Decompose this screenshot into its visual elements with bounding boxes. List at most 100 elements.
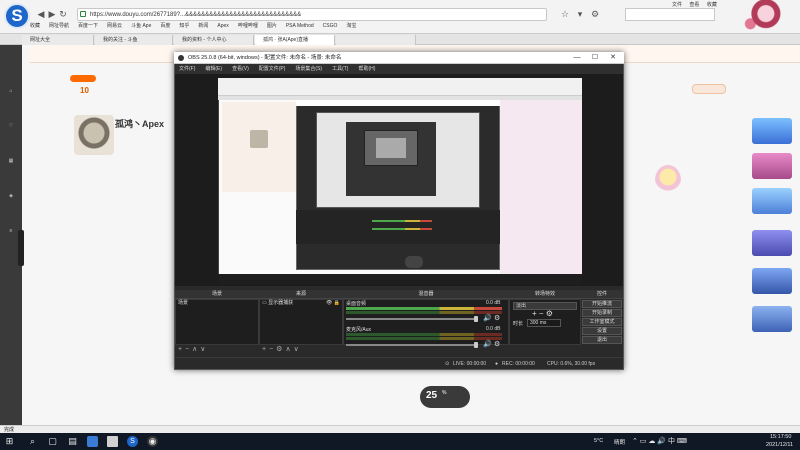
duration-input[interactable]: 300 ms [527,319,561,327]
tray-icons[interactable]: ⌃ ▭ ☁ 🔊 中 ⌨ [632,436,687,446]
menu-view[interactable]: 查看 [689,2,699,8]
obs-menu-item[interactable]: 查看(V) [232,66,249,72]
speed-widget[interactable]: 25 % [420,386,470,408]
start-recording-button[interactable]: 开始录制 [582,309,622,317]
bookmark-item[interactable]: PSA Method [286,23,314,29]
rec-time: REC: 00:00:00 [502,361,535,367]
ad-banner-4[interactable] [752,230,792,256]
sidebar-follow-icon[interactable]: ♡ [3,115,19,131]
tab-5[interactable] [336,35,416,45]
bookmark-item[interactable]: 新闻 [198,23,208,29]
bookmark-item[interactable]: 百度一下 [78,23,98,29]
speaker-icon[interactable]: 🔊 [483,315,492,322]
sidebar-home-icon[interactable]: ⌂ [3,80,19,96]
forward-icon[interactable]: ▶ [47,9,57,19]
mixer-mic-slider[interactable] [346,344,478,346]
lock-icon [80,11,86,17]
minimize-button[interactable]: — [570,53,584,63]
mixer-gear-icon[interactable]: ⚙ [494,315,501,322]
visibility-lock-icons[interactable]: 👁 🔒 [326,300,342,307]
sidebar-more-icon[interactable]: ≡ [3,220,19,236]
clock-date[interactable]: 2021/12/11 [766,442,793,448]
bookmark-item[interactable]: Apex [217,23,228,29]
settings-button[interactable]: 设置 [582,327,622,335]
close-button[interactable]: ✕ [606,53,620,63]
tab-1[interactable]: 网址大全 [22,35,94,45]
mixer-mic-meter [346,333,502,336]
maximize-button[interactable]: ☐ [588,53,602,63]
studio-mode-button[interactable]: 工作室模式 [582,318,622,326]
gear-icon[interactable]: ⚙ [590,9,600,19]
ad-banner-1[interactable] [752,118,792,144]
announcement-text [627,190,750,305]
tab-2[interactable]: 我的关注 - 斗鱼 [95,35,173,45]
back-icon[interactable]: ◀ [36,9,46,19]
scenes-toolbar[interactable]: +−∧∨ [175,345,259,355]
bookmark-item[interactable]: 知乎 [179,23,189,29]
mixer-mic-knob[interactable] [474,342,478,348]
menu-favorites[interactable]: 收藏 [707,2,717,8]
tab-3[interactable]: 我的资料 - 个人中心 [174,35,254,45]
obs-menu-item[interactable]: 工具(T) [332,66,348,72]
file-explorer-icon[interactable]: ▤ [67,436,78,447]
mic-gear-icon[interactable]: ⚙ [494,341,501,348]
start-icon[interactable]: ⊞ [4,436,15,447]
bookmark-item[interactable]: 百度 [160,23,170,29]
bookmark-item[interactable]: 斗鱼 Ape [131,23,151,29]
obs-menu-item[interactable]: 场景集合(S) [295,66,322,72]
profile-avatar-icon[interactable] [738,0,800,34]
browser-logo-icon[interactable]: S [4,3,30,29]
dropdown-icon[interactable]: ▾ [575,9,585,19]
mixer-desktop-meter [346,307,502,310]
mixer-desktop-knob[interactable] [474,316,478,322]
obs-menu-item[interactable]: 编辑(E) [205,66,222,72]
obs-menu-item[interactable]: 文件(F) [179,66,195,72]
sources-list[interactable]: ▭ 显示器捕获 👁 🔒 [259,299,343,345]
ad-banner-3[interactable] [752,188,792,214]
clock-time[interactable]: 15:17:50 [770,434,791,440]
bookmark-item[interactable]: CSGO [323,23,338,29]
exit-button[interactable]: 退出 [582,336,622,344]
mixer-mic-meter-2 [346,337,502,340]
mixer-desktop-db: 0.0 dB [486,300,501,306]
bookmark-item[interactable]: 哔哩哔哩 [238,23,258,29]
browser-taskbar-icon[interactable]: S [127,436,138,447]
ad-banner-6[interactable] [752,306,792,332]
right-tag-button[interactable] [692,84,726,94]
search-input[interactable] [625,8,715,21]
taskbar-search-icon[interactable]: ⌕ [27,436,38,447]
transition-add-remove[interactable]: + − ⚙ [532,309,553,318]
mixer-desktop-slider[interactable] [346,318,478,320]
nested-avatar [250,130,268,148]
task-view-icon[interactable]: ▢ [47,436,58,447]
sidebar-category-icon[interactable]: ▦ [3,150,19,166]
refresh-icon[interactable]: ↻ [58,9,68,19]
mic-speaker-icon[interactable]: 🔊 [483,341,492,348]
obs-menu-item[interactable]: 帮助(H) [358,66,375,72]
tab-active[interactable]: 孤鸿 · 张A(Ape)直播 [255,35,335,45]
ad-banner-5[interactable] [752,268,792,294]
mixer-dock-title: 混音器 [343,290,509,299]
app-icon-1[interactable] [87,436,98,447]
obs-menu-item[interactable]: 配置文件(P) [259,66,286,72]
address-bar[interactable]: https://www.douyu.com/2677189?...&&&&&&&… [77,8,547,21]
bookmark-item[interactable]: 图片 [267,23,277,29]
bookmark-item[interactable]: 网址导航 [49,23,69,29]
source-item[interactable]: ▭ 显示器捕获 👁 🔒 [260,300,342,307]
start-streaming-button[interactable]: 开始推流 [582,300,622,308]
app-icon-2[interactable] [107,436,118,447]
bookmark-item[interactable]: 网易云 [107,23,122,29]
streamer-avatar[interactable] [74,115,114,155]
menu-file[interactable]: 文件 [672,2,682,8]
sidebar-collapse-handle[interactable] [18,230,24,266]
sources-toolbar[interactable]: +−⚙∧∨ [259,345,343,355]
weather-text: 晴朗 [614,440,626,446]
ad-banner-2[interactable] [752,153,792,179]
bookmark-item[interactable]: 收藏 [30,23,40,29]
star-icon[interactable]: ☆ [560,9,570,19]
bookmark-item[interactable]: 淘宝 [346,23,356,29]
sidebar-game-icon[interactable]: ◈ [3,185,19,201]
scenes-list[interactable]: 场景 [175,299,259,345]
scene-item[interactable]: 场景 [176,300,258,307]
obs-taskbar-icon[interactable]: ◉ [147,436,158,447]
